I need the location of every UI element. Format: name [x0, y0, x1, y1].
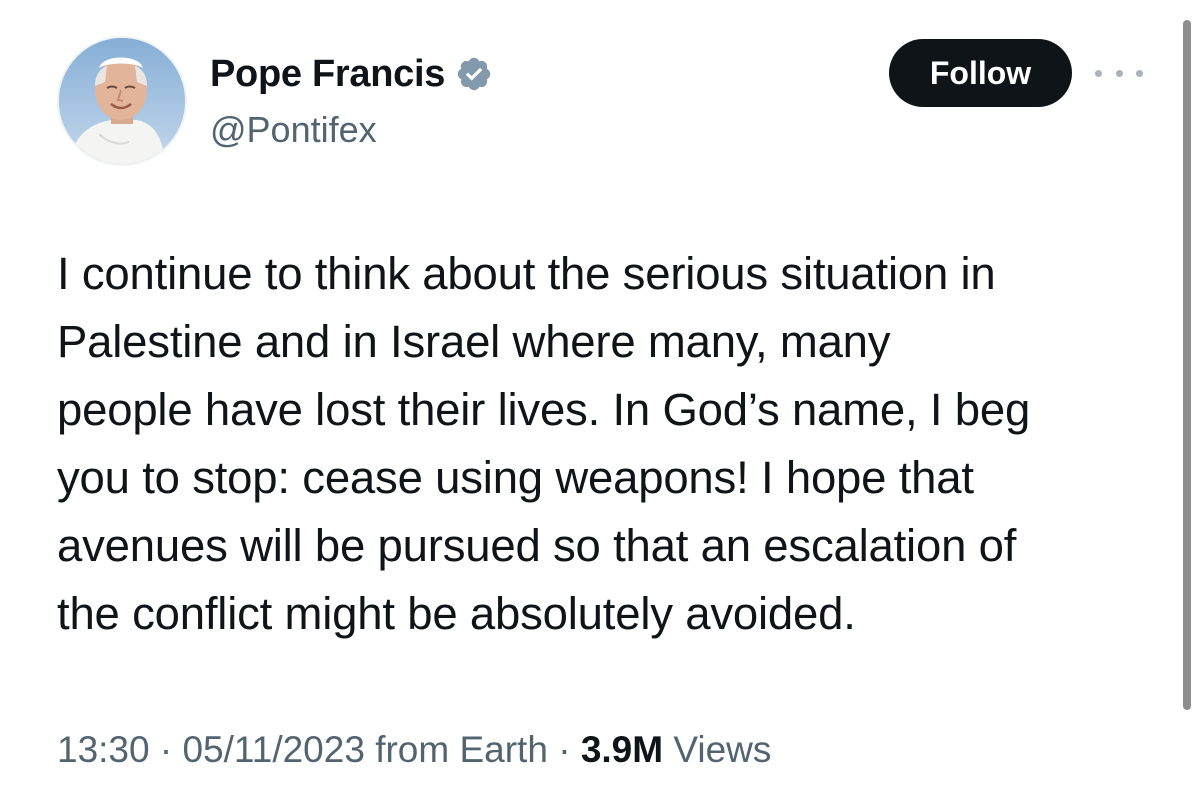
author-handle[interactable]: @Pontifex	[210, 109, 377, 151]
tweet-text-line: the conflict might be absolutely avoided…	[57, 588, 856, 639]
dot	[1136, 69, 1143, 77]
tweet-text: I continue to think about the serious si…	[57, 240, 1167, 648]
author-display-name[interactable]: Pope Francis	[210, 52, 445, 96]
avatar[interactable]	[57, 36, 187, 166]
tweet-source: from Earth	[375, 729, 548, 770]
tweet-meta: 13:30 · 05/11/2023 from Earth · 3.9M Vie…	[57, 727, 771, 773]
tweet-text-line: people have lost their lives. In God’s n…	[57, 384, 1031, 435]
views-label: Views	[673, 729, 772, 770]
meta-separator: ·	[558, 729, 571, 770]
tweet-card: Pope Francis @Pontifex Follow I continue…	[0, 0, 1200, 807]
verified-badge-icon	[455, 55, 493, 93]
views-count: 3.9M	[580, 729, 664, 770]
tweet-text-line: Palestine and in Israel where many, many	[57, 316, 891, 367]
dot	[1115, 69, 1123, 77]
tweet-text-line: you to stop: cease using weapons! I hope…	[57, 452, 974, 503]
author-name-row: Pope Francis	[210, 52, 493, 96]
meta-separator: ·	[159, 729, 173, 770]
tweet-date[interactable]: 05/11/2023	[182, 729, 364, 770]
tweet-text-line: I continue to think about the serious si…	[57, 248, 996, 299]
more-dots-icon[interactable]	[1095, 58, 1143, 88]
profile-photo-icon	[59, 38, 185, 164]
scrollbar[interactable]	[1183, 20, 1191, 710]
tweet-text-line: avenues will be pursued so that an escal…	[57, 520, 1017, 571]
dot	[1095, 69, 1102, 77]
tweet-time[interactable]: 13:30	[57, 729, 150, 770]
follow-button[interactable]: Follow	[889, 39, 1072, 107]
